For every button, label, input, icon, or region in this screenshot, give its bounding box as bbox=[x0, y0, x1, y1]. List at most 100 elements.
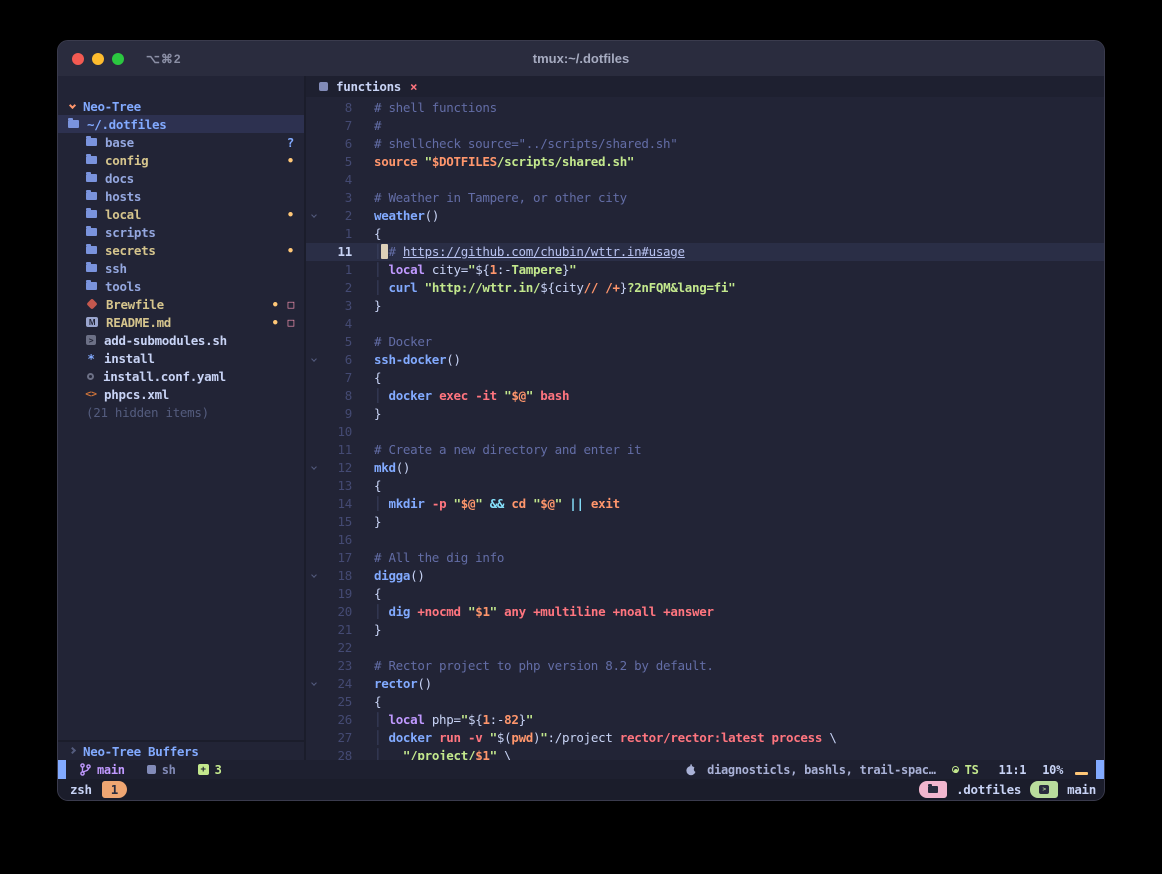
tree-item[interactable]: tools bbox=[58, 277, 304, 295]
buffer-tab-bar: functions × bbox=[306, 76, 1104, 97]
tree-item[interactable]: ~/.dotfiles bbox=[58, 115, 304, 133]
tree-item-label: scripts bbox=[105, 225, 156, 240]
git-status-badge: □ bbox=[288, 316, 294, 329]
fold-chevron-icon[interactable] bbox=[306, 207, 322, 225]
code-line[interactable]: 7# bbox=[306, 117, 1104, 135]
code-line[interactable]: 14│ mkdir -p "$@" && cd "$@" || exit bbox=[306, 495, 1104, 513]
code-line[interactable]: 11# Create a new directory and enter it bbox=[306, 441, 1104, 459]
zoom-window-button[interactable] bbox=[112, 53, 124, 65]
code-line[interactable]: 3# Weather in Tampere, or other city bbox=[306, 189, 1104, 207]
tree-item-label: base bbox=[105, 135, 134, 150]
code-line[interactable]: 28│ "/project/$1" \ bbox=[306, 747, 1104, 760]
code-line[interactable]: 4 bbox=[306, 171, 1104, 189]
code-line[interactable]: 8│ docker exec -it "$@" bash bbox=[306, 387, 1104, 405]
folder-icon bbox=[86, 246, 97, 254]
code-line[interactable]: 3} bbox=[306, 297, 1104, 315]
tree-item[interactable]: docs bbox=[58, 169, 304, 187]
neo-tree-buffers-section[interactable]: Neo-Tree Buffers bbox=[58, 740, 304, 760]
tmux-window-shortcut: ⌥⌘2 bbox=[146, 52, 182, 66]
fold-chevron-icon[interactable] bbox=[306, 351, 322, 369]
tree-item[interactable]: MREADME.md•□ bbox=[58, 313, 304, 331]
tree-item[interactable]: hosts bbox=[58, 187, 304, 205]
tree-item[interactable]: local• bbox=[58, 205, 304, 223]
code-line[interactable]: 17# All the dig info bbox=[306, 549, 1104, 567]
close-window-button[interactable] bbox=[72, 53, 84, 65]
code-line[interactable]: 5 # Docker bbox=[306, 333, 1104, 351]
tree-item-label: hosts bbox=[105, 189, 141, 204]
code-line[interactable]: 2weather() bbox=[306, 207, 1104, 225]
gear-icon bbox=[87, 373, 94, 380]
code-line[interactable]: 23# Rector project to php version 8.2 by… bbox=[306, 657, 1104, 675]
tab-functions[interactable]: functions bbox=[336, 79, 401, 94]
code-line[interactable]: 19{ bbox=[306, 585, 1104, 603]
fold-column bbox=[306, 513, 322, 531]
code-line[interactable]: 24rector() bbox=[306, 675, 1104, 693]
neo-tree-sidebar: Neo-Tree ~/.dotfilesbase?config•docshost… bbox=[58, 76, 306, 760]
code-line[interactable]: 2│ curl "http://wttr.in/${city// /+}?2nF… bbox=[306, 279, 1104, 297]
code-line[interactable]: 15} bbox=[306, 513, 1104, 531]
code-line[interactable]: 25{ bbox=[306, 693, 1104, 711]
tree-item[interactable]: Brewfile•□ bbox=[58, 295, 304, 313]
code-line[interactable]: 10 bbox=[306, 423, 1104, 441]
code-line[interactable]: 1{ bbox=[306, 225, 1104, 243]
tree-item[interactable]: base? bbox=[58, 133, 304, 151]
tree-item[interactable]: ssh bbox=[58, 259, 304, 277]
code-text: # Weather in Tampere, or other city bbox=[374, 189, 627, 207]
code-text: │ docker exec -it "$@" bash bbox=[374, 387, 569, 405]
code-line[interactable]: 26│ local php="${1:-82}" bbox=[306, 711, 1104, 729]
git-status-badge: ? bbox=[287, 135, 294, 150]
tree-item[interactable]: >add-submodules.sh bbox=[58, 331, 304, 349]
folder-open-icon bbox=[68, 120, 79, 128]
fold-chevron-icon[interactable] bbox=[306, 675, 322, 693]
tree-item[interactable]: (21 hidden items) bbox=[58, 403, 304, 421]
git-status-badge: □ bbox=[288, 298, 294, 311]
fold-chevron-icon[interactable] bbox=[306, 459, 322, 477]
code-line[interactable]: 9} bbox=[306, 405, 1104, 423]
xml-icon: <> bbox=[86, 389, 96, 400]
code-line[interactable]: 18digga() bbox=[306, 567, 1104, 585]
treesitter-label: TS bbox=[965, 763, 979, 777]
code-line[interactable]: 11│ # https://github.com/chubin/wttr.in#… bbox=[306, 243, 1104, 261]
fold-column bbox=[306, 387, 322, 405]
code-line[interactable]: 8# shell functions bbox=[306, 99, 1104, 117]
code-line[interactable]: 7{ bbox=[306, 369, 1104, 387]
code-line[interactable]: 22 bbox=[306, 639, 1104, 657]
code-line[interactable]: 16 bbox=[306, 531, 1104, 549]
line-number: 5 bbox=[322, 333, 352, 351]
code-line[interactable]: 6# shellcheck source="../scripts/shared.… bbox=[306, 135, 1104, 153]
tmux-current-path: .dotfiles bbox=[956, 782, 1021, 797]
tmux-window-badge[interactable]: 1 bbox=[102, 781, 127, 798]
code-line[interactable]: 13{ bbox=[306, 477, 1104, 495]
statusline: main sh + 3 diagnosticls, bashls, trail-… bbox=[58, 760, 1104, 779]
code-line[interactable]: 27│ docker run -v "$(pwd)":/project rect… bbox=[306, 729, 1104, 747]
line-number: 9 bbox=[322, 405, 352, 423]
code-text: # Docker bbox=[374, 333, 432, 351]
line-number: 10 bbox=[322, 423, 352, 441]
fold-column bbox=[306, 585, 322, 603]
tmux-session-name[interactable]: zsh bbox=[70, 782, 92, 797]
neo-tree-header[interactable]: Neo-Tree bbox=[58, 97, 304, 115]
tree-item[interactable]: secrets• bbox=[58, 241, 304, 259]
code-buffer[interactable]: 8# shell functions7#6# shellcheck source… bbox=[306, 97, 1104, 760]
code-line[interactable]: 12mkd() bbox=[306, 459, 1104, 477]
tree-item[interactable]: *install bbox=[58, 349, 304, 367]
code-line[interactable]: 4 bbox=[306, 315, 1104, 333]
code-line[interactable]: 20│ dig +nocmd "$1" any +multiline +noal… bbox=[306, 603, 1104, 621]
tree-item[interactable]: install.conf.yaml bbox=[58, 367, 304, 385]
filetype-label: sh bbox=[162, 763, 176, 777]
code-line[interactable]: 5source "$DOTFILES/scripts/shared.sh" bbox=[306, 153, 1104, 171]
tree-item[interactable]: config• bbox=[58, 151, 304, 169]
tree-item-label: ssh bbox=[105, 261, 127, 276]
git-branch-name[interactable]: main bbox=[97, 763, 125, 777]
code-line[interactable]: 6ssh-docker() bbox=[306, 351, 1104, 369]
tab-close-button[interactable]: × bbox=[410, 79, 417, 94]
fold-column bbox=[306, 531, 322, 549]
tree-item[interactable]: <>phpcs.xml bbox=[58, 385, 304, 403]
tree-item[interactable]: scripts bbox=[58, 223, 304, 241]
editor-pane: functions × 8# shell functions7#6# shell… bbox=[306, 76, 1104, 760]
minimize-window-button[interactable] bbox=[92, 53, 104, 65]
code-line[interactable]: 21} bbox=[306, 621, 1104, 639]
fold-chevron-icon[interactable] bbox=[306, 567, 322, 585]
code-line[interactable]: 1│ local city="${1:-Tampere}" bbox=[306, 261, 1104, 279]
code-text: │ curl "http://wttr.in/${city// /+}?2nFQ… bbox=[374, 279, 735, 297]
